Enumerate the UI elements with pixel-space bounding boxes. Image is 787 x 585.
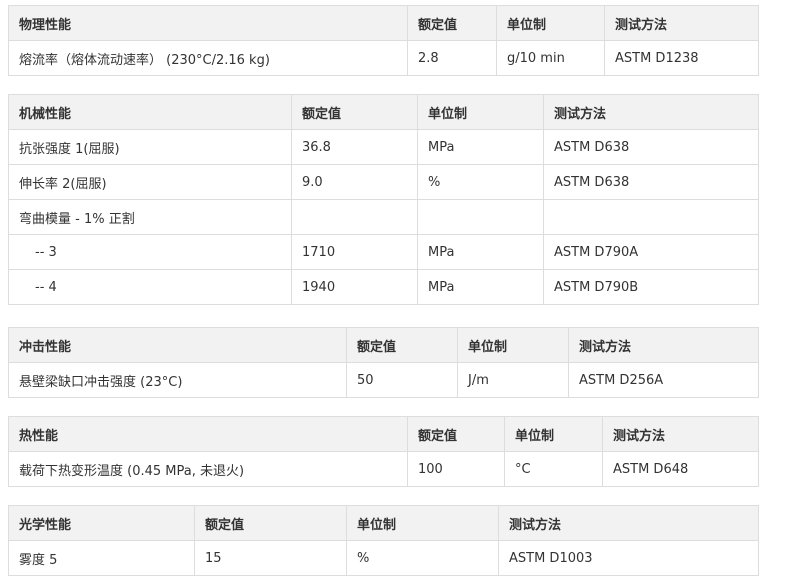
mechanical-properties-table: 机械性能 额定值 单位制 测试方法 抗张强度 1(屈服) 36.8 MPa AS… — [8, 94, 759, 305]
property-name: 弯曲模量 - 1% 正割 — [8, 199, 292, 235]
header-unit: 单位制 — [504, 416, 603, 452]
table-row: 载荷下热变形温度 (0.45 MPa, 未退火) 100 °C ASTM D64… — [8, 451, 759, 487]
table-row: 熔流率（熔体流动速率） (230°C/2.16 kg) 2.8 g/10 min… — [8, 40, 759, 76]
table-row: 伸长率 2(屈服) 9.0 % ASTM D638 — [8, 164, 759, 200]
property-value: 100 — [407, 451, 505, 487]
header-unit: 单位制 — [496, 5, 605, 41]
header-value: 额定值 — [291, 94, 418, 130]
property-test-method: ASTM D790B — [543, 269, 759, 305]
property-name: 载荷下热变形温度 (0.45 MPa, 未退火) — [8, 451, 408, 487]
optical-properties-table: 光学性能 额定值 单位制 测试方法 雾度 5 15 % ASTM D1003 — [8, 505, 759, 576]
property-unit: MPa — [417, 269, 544, 305]
property-value: 36.8 — [291, 129, 418, 165]
header-test-method: 测试方法 — [602, 416, 759, 452]
header-property: 冲击性能 — [8, 327, 347, 363]
property-value: 9.0 — [291, 164, 418, 200]
thermal-properties-table: 热性能 额定值 单位制 测试方法 载荷下热变形温度 (0.45 MPa, 未退火… — [8, 416, 759, 487]
property-unit: °C — [504, 451, 603, 487]
property-test-method: ASTM D648 — [602, 451, 759, 487]
property-test-method: ASTM D1003 — [498, 540, 759, 576]
property-value: 15 — [194, 540, 347, 576]
property-unit: % — [346, 540, 499, 576]
property-test-method: ASTM D256A — [568, 362, 759, 398]
table-row: -- 3 1710 MPa ASTM D790A — [8, 234, 759, 270]
table-header-row: 物理性能 额定值 单位制 测试方法 — [8, 5, 759, 41]
property-unit: g/10 min — [496, 40, 605, 76]
property-value — [291, 199, 418, 235]
table-header-row: 光学性能 额定值 单位制 测试方法 — [8, 505, 759, 541]
table-row: 悬壁梁缺口冲击强度 (23°C) 50 J/m ASTM D256A — [8, 362, 759, 398]
header-test-method: 测试方法 — [568, 327, 759, 363]
header-property: 物理性能 — [8, 5, 408, 41]
property-test-method: ASTM D638 — [543, 129, 759, 165]
property-unit: MPa — [417, 234, 544, 270]
property-test-method: ASTM D790A — [543, 234, 759, 270]
property-name: 熔流率（熔体流动速率） (230°C/2.16 kg) — [8, 40, 408, 76]
header-test-method: 测试方法 — [498, 505, 759, 541]
header-test-method: 测试方法 — [543, 94, 759, 130]
property-unit — [417, 199, 544, 235]
impact-properties-table: 冲击性能 额定值 单位制 测试方法 悬壁梁缺口冲击强度 (23°C) 50 J/… — [8, 327, 759, 398]
header-property: 热性能 — [8, 416, 408, 452]
property-test-method: ASTM D638 — [543, 164, 759, 200]
property-value: 50 — [346, 362, 458, 398]
property-name: 抗张强度 1(屈服) — [8, 129, 292, 165]
property-test-method: ASTM D1238 — [604, 40, 759, 76]
table-row: 雾度 5 15 % ASTM D1003 — [8, 540, 759, 576]
table-header-row: 机械性能 额定值 单位制 测试方法 — [8, 94, 759, 130]
table-header-row: 热性能 额定值 单位制 测试方法 — [8, 416, 759, 452]
property-unit: MPa — [417, 129, 544, 165]
property-value: 1710 — [291, 234, 418, 270]
physical-properties-table: 物理性能 额定值 单位制 测试方法 熔流率（熔体流动速率） (230°C/2.1… — [8, 5, 759, 76]
property-name: 悬壁梁缺口冲击强度 (23°C) — [8, 362, 347, 398]
header-property: 光学性能 — [8, 505, 195, 541]
header-test-method: 测试方法 — [604, 5, 759, 41]
property-unit: J/m — [457, 362, 569, 398]
property-name: 伸长率 2(屈服) — [8, 164, 292, 200]
property-name: -- 4 — [8, 269, 292, 305]
table-row: -- 4 1940 MPa ASTM D790B — [8, 269, 759, 305]
header-unit: 单位制 — [417, 94, 544, 130]
property-test-method — [543, 199, 759, 235]
header-unit: 单位制 — [457, 327, 569, 363]
header-value: 额定值 — [346, 327, 458, 363]
property-unit: % — [417, 164, 544, 200]
header-unit: 单位制 — [346, 505, 499, 541]
table-row: 抗张强度 1(屈服) 36.8 MPa ASTM D638 — [8, 129, 759, 165]
header-value: 额定值 — [194, 505, 347, 541]
table-row: 弯曲模量 - 1% 正割 — [8, 199, 759, 235]
property-value: 1940 — [291, 269, 418, 305]
header-value: 额定值 — [407, 416, 505, 452]
property-value: 2.8 — [407, 40, 497, 76]
table-header-row: 冲击性能 额定值 单位制 测试方法 — [8, 327, 759, 363]
property-name: -- 3 — [8, 234, 292, 270]
property-name: 雾度 5 — [8, 540, 195, 576]
header-value: 额定值 — [407, 5, 497, 41]
header-property: 机械性能 — [8, 94, 292, 130]
